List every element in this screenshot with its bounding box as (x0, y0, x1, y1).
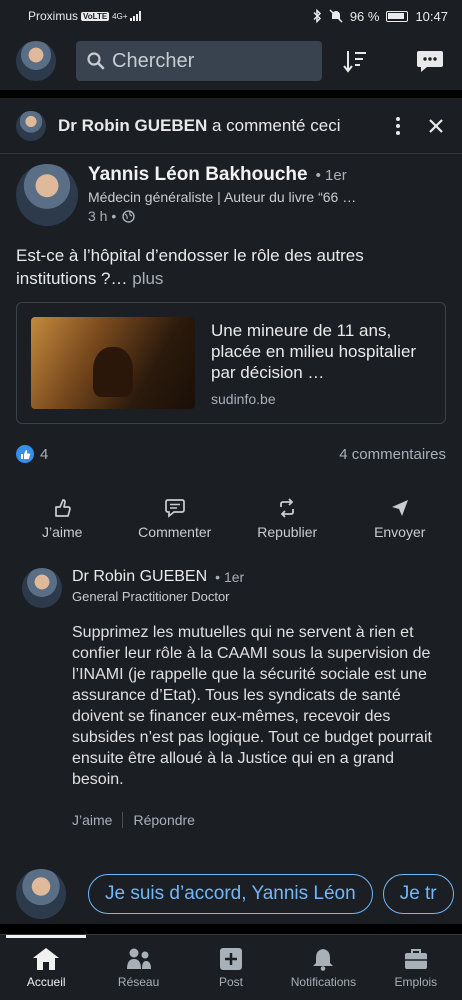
mute-icon (329, 9, 343, 23)
activity-action: a commenté ceci (211, 115, 341, 135)
author-name[interactable]: Yannis Léon Bakhouche (88, 164, 308, 186)
quick-reply-chip[interactable]: Je tr (382, 874, 454, 914)
tab-notifications-label: Notifications (290, 974, 357, 989)
send-icon (391, 500, 408, 516)
post-text[interactable]: Est-ce à l’hôpital d’endosser le rôle de… (0, 234, 462, 290)
volte-badge: VoLTE (81, 11, 110, 21)
send-label: Envoyer (374, 524, 426, 540)
close-icon[interactable] (426, 118, 446, 134)
author-name-row[interactable]: Yannis Léon Bakhouche • 1er (88, 164, 356, 186)
status-bar: Proximus VoLTE 4G+ 96 % 10:47 (0, 0, 462, 32)
network-type: 4G+ (112, 11, 128, 21)
carrier-label: Proximus (28, 9, 79, 23)
comment-like-button[interactable]: J’aime (72, 812, 112, 828)
battery-percent: 96 % (349, 8, 380, 24)
divider (122, 812, 124, 828)
search-placeholder: Chercher (112, 49, 195, 72)
like-button[interactable]: J’aime (12, 498, 112, 540)
globe-icon (122, 209, 135, 223)
post-actions: J’aime Commenter Republier Envoyer (0, 484, 462, 554)
tab-notifications[interactable]: Notifications (277, 935, 369, 1000)
clock: 10:47 (415, 8, 448, 24)
repost-label: Republier (257, 524, 318, 540)
top-header: Chercher (0, 32, 462, 90)
tab-home-label: Accueil (26, 974, 66, 989)
quick-replies: Je suis d’accord, Yannis Léon Je tr (0, 864, 462, 924)
like-reaction-icon[interactable] (16, 445, 34, 463)
connection-degree: • 1er (315, 166, 347, 184)
commenter-headline: General Practitioner Doctor (72, 589, 230, 604)
profile-avatar[interactable] (16, 41, 56, 81)
search-icon (87, 52, 105, 70)
comment-icon (164, 499, 185, 518)
tab-post[interactable]: Post (185, 935, 277, 1000)
network-icon (126, 948, 151, 969)
home-icon (33, 947, 60, 970)
briefcase-icon (404, 948, 427, 969)
signal-icon (129, 11, 141, 21)
self-avatar (16, 869, 66, 919)
comment-actions: J’aime Répondre (72, 812, 442, 828)
tab-jobs-label: Emplois (394, 974, 438, 989)
article-preview[interactable]: Une mineure de 11 ans, placée en milieu … (16, 302, 446, 424)
comment: Dr Robin GUEBEN • 1er General Practition… (0, 554, 462, 828)
see-more-link[interactable]: plus (132, 269, 163, 288)
more-options-icon[interactable] (388, 116, 408, 136)
comment-label: Commenter (138, 524, 212, 540)
tab-network-label: Réseau (117, 974, 160, 989)
bell-icon (313, 948, 334, 971)
actor-avatar[interactable] (16, 110, 46, 141)
commenter-name-row[interactable]: Dr Robin GUEBEN • 1er (72, 568, 442, 586)
social-counts: 4 4 commentaires (0, 424, 462, 484)
plus-box-icon (220, 947, 243, 970)
activity-header: Dr Robin GUEBEN a commenté ceci (0, 98, 462, 154)
search-bar[interactable]: Chercher (76, 41, 322, 81)
reactions-count[interactable]: 4 (40, 446, 48, 463)
post-body: Est-ce à l’hôpital d’endosser le rôle de… (16, 246, 364, 288)
article-source: sudinfo.be (211, 390, 276, 407)
sort-icon[interactable] (340, 48, 370, 74)
quick-reply-chip[interactable]: Je suis d’accord, Yannis Léon (88, 874, 373, 914)
commenter-degree: • 1er (215, 569, 245, 585)
battery-icon (386, 10, 409, 22)
commenter-avatar[interactable] (22, 568, 62, 608)
like-label: J’aime (42, 524, 83, 540)
repost-icon (280, 498, 295, 518)
post-author: Yannis Léon Bakhouche • 1er Médecin géné… (0, 154, 462, 234)
bluetooth-icon (313, 9, 321, 23)
article-thumbnail (31, 317, 195, 409)
comments-count[interactable]: 4 commentaires (339, 446, 446, 463)
author-avatar[interactable] (16, 164, 78, 226)
commenter-name[interactable]: Dr Robin GUEBEN (72, 568, 207, 586)
comment-reply-button[interactable]: Répondre (133, 812, 195, 828)
tab-jobs[interactable]: Emplois (370, 935, 462, 1000)
thumbs-up-icon (55, 499, 72, 517)
comment-button[interactable]: Commenter (125, 498, 225, 540)
post-meta: 3 h • (88, 208, 356, 224)
tab-home[interactable]: Accueil (0, 935, 92, 1000)
bottom-nav: Accueil Réseau Post Notifications Emploi… (0, 934, 462, 1000)
activity-text: Dr Robin GUEBEN a commenté ceci (58, 116, 340, 136)
send-button[interactable]: Envoyer (350, 498, 450, 540)
article-title: Une mineure de 11 ans, placée en milieu … (211, 320, 417, 382)
post-time: 3 h • (88, 208, 117, 224)
actor-name[interactable]: Dr Robin GUEBEN (58, 116, 207, 135)
feed: Dr Robin GUEBEN a commenté ceci Yannis L… (0, 98, 462, 924)
repost-button[interactable]: Republier (237, 498, 337, 540)
tab-network[interactable]: Réseau (92, 935, 184, 1000)
author-headline: Médecin généraliste | Auteur du livre “6… (88, 189, 357, 205)
messaging-icon[interactable] (414, 48, 446, 74)
tab-post-label: Post (219, 974, 244, 989)
comment-text: Supprimez les mutuelles qui ne servent à… (72, 624, 432, 788)
